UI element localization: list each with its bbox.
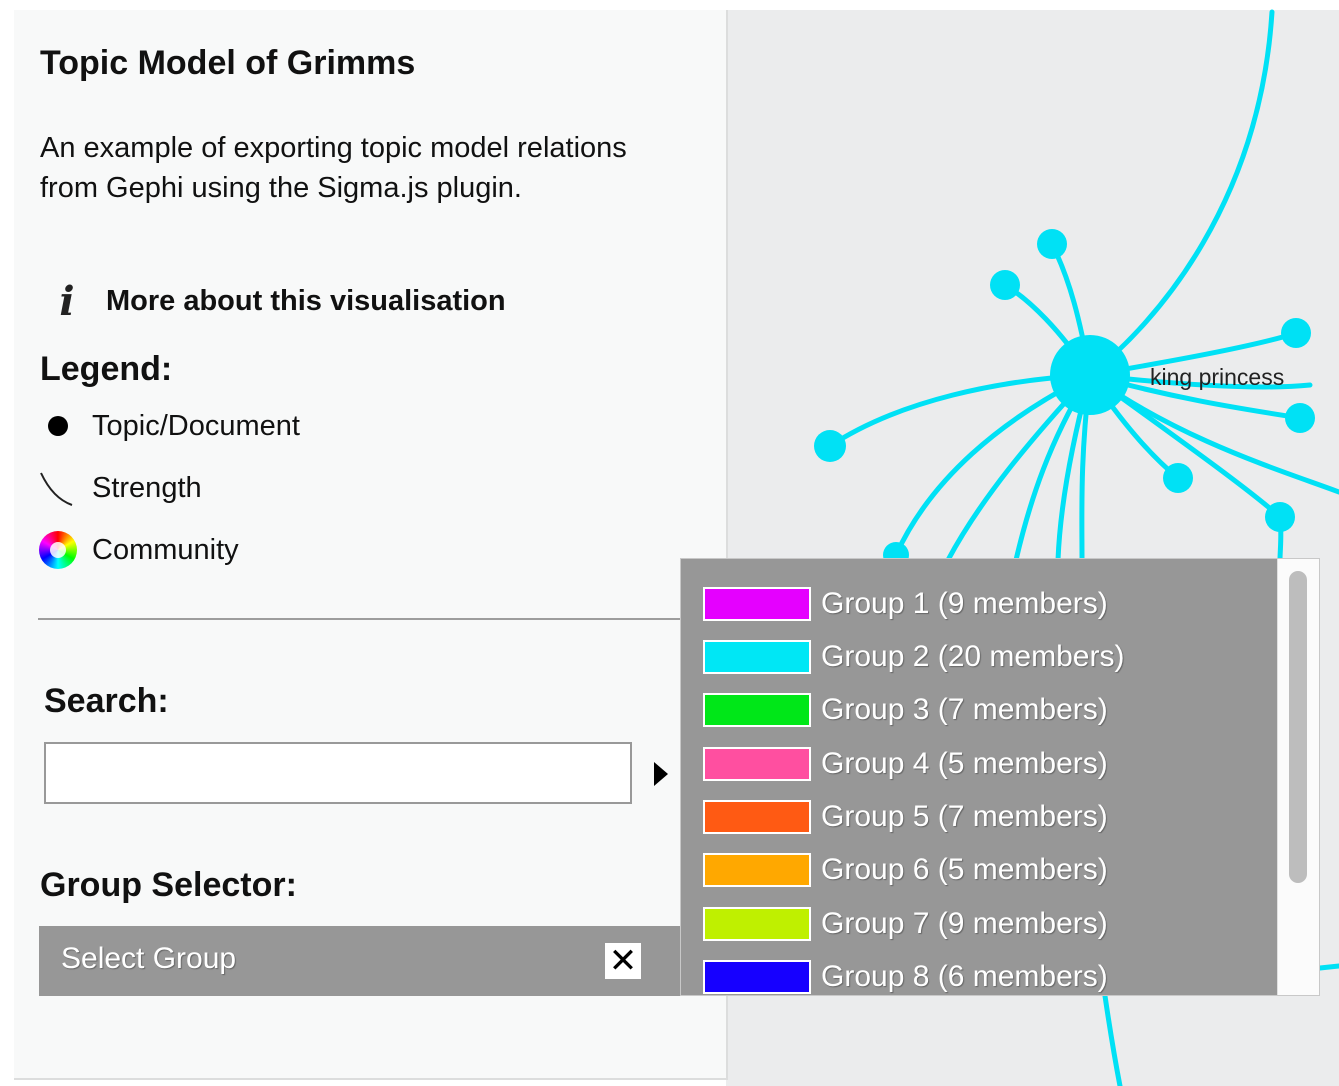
group-color-swatch [703,587,811,621]
list-item[interactable]: Group 1 (9 members) [703,579,1108,629]
group-label: Group 3 (7 members) [821,693,1108,726]
group-label: Group 5 (7 members) [821,800,1108,833]
node-label: king princess [1150,364,1285,390]
group-color-swatch [703,907,811,941]
legend-item-community: Community [38,530,239,570]
graph-edge [1102,993,1123,1086]
dropdown-scrollbar[interactable] [1277,559,1319,995]
close-icon[interactable]: ✕ [605,941,641,981]
legend-item-strength: Strength [38,468,202,508]
graph-edge [1317,963,1339,971]
graph-node [1281,318,1311,348]
info-icon: i [59,278,75,325]
list-item[interactable]: Group 8 (6 members) [703,952,1108,995]
graph-node [1163,463,1193,493]
graph-node [814,430,846,462]
group-color-swatch [703,960,811,994]
legend-heading: Legend: [40,350,173,388]
graph-node [1285,403,1315,433]
group-label: Group 7 (9 members) [821,907,1108,940]
graph-node [1265,502,1295,532]
graph-edge [1087,372,1339,495]
graph-node [1050,335,1130,415]
scrollbar-thumb[interactable] [1289,571,1307,883]
list-item[interactable]: Group 2 (20 members) [703,632,1124,682]
search-heading: Search: [44,682,169,720]
divider [38,618,704,620]
list-item[interactable]: Group 4 (5 members) [703,739,1108,789]
group-color-swatch [703,693,811,727]
group-select[interactable]: Select Group ✕ [39,926,719,996]
edge-curve-icon [38,468,78,508]
legend-label: Strength [92,471,202,504]
dot-icon [38,406,78,446]
group-selector-heading: Group Selector: [40,866,297,904]
list-item[interactable]: Group 5 (7 members) [703,792,1108,842]
group-color-swatch [703,640,811,674]
page-title: Topic Model of Grimms [40,44,416,82]
search-submit-arrow-icon[interactable] [654,762,668,786]
group-label: Group 6 (5 members) [821,853,1108,886]
group-select-value[interactable]: Select Group [61,942,236,976]
color-wheel-icon [38,530,78,570]
group-label: Group 4 (5 members) [821,747,1108,780]
group-color-swatch [703,853,811,887]
more-info-link[interactable]: i More about this visualisation [50,278,506,325]
list-item[interactable]: Group 3 (7 members) [703,685,1108,735]
graph-node [1037,229,1067,259]
page-description: An example of exporting topic model rela… [40,132,627,204]
group-color-swatch [703,747,811,781]
group-label: Group 2 (20 members) [821,640,1125,673]
list-item[interactable]: Group 6 (5 members) [703,845,1108,895]
graph-edge [1087,9,1275,378]
group-label: Group 1 (9 members) [821,587,1108,620]
group-label: Group 8 (6 members) [821,960,1108,993]
list-item[interactable]: Group 7 (9 members) [703,899,1108,949]
group-dropdown-list[interactable]: Group 1 (9 members) Group 2 (20 members)… [680,558,1320,996]
group-color-swatch [703,800,811,834]
sidebar-panel: Topic Model of Grimms An example of expo… [14,10,728,1080]
graph-node [990,270,1020,300]
more-info-label[interactable]: More about this visualisation [106,285,506,318]
legend-label: Community [92,533,239,566]
graph-edge [827,372,1093,449]
search-input[interactable] [44,742,632,804]
legend-label: Topic/Document [92,409,300,442]
legend-item-topic: Topic/Document [38,406,300,446]
